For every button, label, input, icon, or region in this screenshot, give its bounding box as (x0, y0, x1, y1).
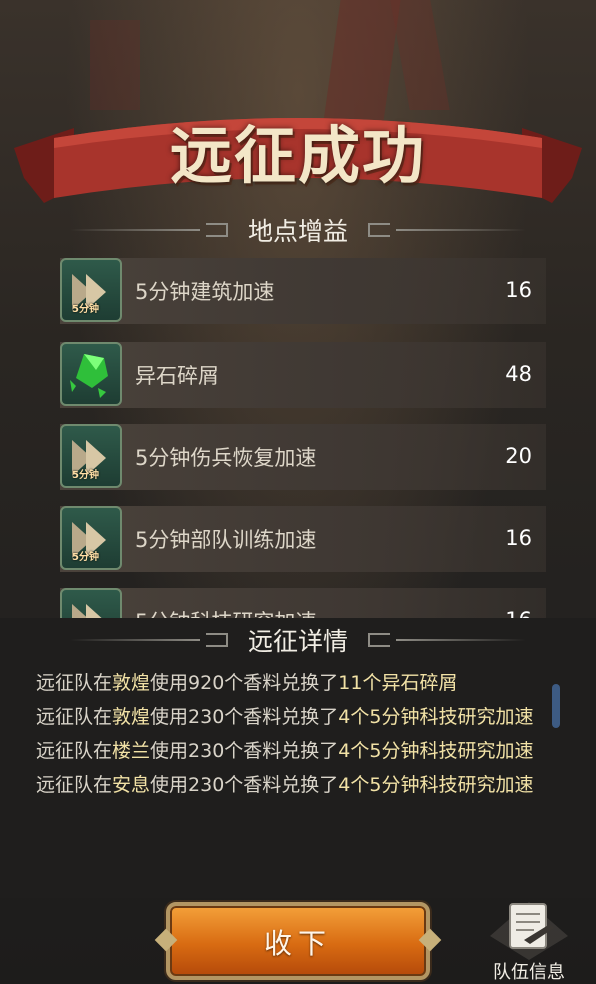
log-place: 敦煌 (112, 672, 151, 694)
item-count: 16 (505, 608, 532, 618)
item-badge: 5分钟 (72, 470, 99, 481)
list-item: 5分钟 5分钟建筑加速 16 (60, 258, 546, 324)
divider (69, 639, 200, 641)
item-name: 5分钟科技研究加速 (135, 606, 316, 618)
log-place: 敦煌 (112, 706, 151, 728)
team-info-button[interactable]: 队伍信息 (484, 896, 574, 983)
divider (396, 229, 526, 231)
team-info-label: 队伍信息 (493, 962, 565, 983)
details-title: 远征详情 (247, 627, 348, 656)
bonus-list[interactable]: 5分钟 5分钟建筑加速 16 异石碎屑 48 5分钟 5分钟伤兵恢复加速 20 … (0, 258, 596, 618)
speedup-chevron-icon: 5分钟 (60, 506, 122, 570)
expedition-details-panel: 远征详情 远征队在敦煌使用920个香料兑换了11个异石碎屑 远征队在敦煌使用23… (0, 618, 596, 898)
speedup-chevron-icon: 5分钟 (60, 424, 122, 488)
log-prefix: 远征队在 (36, 740, 113, 762)
log-prefix: 远征队在 (36, 672, 113, 694)
divider (69, 229, 200, 231)
log-reward: 11个异石碎屑 (338, 672, 458, 694)
speedup-chevron-icon: 5分钟 (60, 258, 122, 322)
divider-ornament (205, 633, 228, 647)
details-log[interactable]: 远征队在敦煌使用920个香料兑换了11个异石碎屑 远征队在敦煌使用230个香料兑… (36, 666, 556, 896)
list-item: 5分钟科技研究加速 16 (60, 588, 546, 618)
item-badge: 5分钟 (72, 304, 99, 315)
speedup-chevron-icon (60, 588, 122, 618)
log-place: 安息 (112, 774, 151, 796)
page-title: 远征成功 (169, 119, 426, 192)
item-count: 20 (505, 444, 532, 468)
document-icon (490, 902, 568, 960)
location-bonus-title: 地点增益 (247, 217, 348, 246)
log-reward: 4个5分钟科技研究加速 (338, 706, 534, 728)
item-name: 5分钟伤兵恢复加速 (135, 446, 317, 470)
log-entry: 远征队在安息使用230个香料兑换了4个5分钟科技研究加速 (36, 768, 556, 802)
item-name: 异石碎屑 (135, 364, 219, 388)
log-mid: 使用230个香料兑换了 (150, 706, 339, 728)
details-scrollbar[interactable] (552, 684, 560, 728)
item-count: 48 (505, 362, 532, 386)
divider-ornament (368, 633, 390, 647)
list-item: 5分钟 5分钟伤兵恢复加速 20 (60, 424, 546, 490)
list-item: 异石碎屑 48 (60, 342, 546, 408)
item-name: 5分钟建筑加速 (135, 280, 275, 304)
list-item: 5分钟 5分钟部队训练加速 16 (60, 506, 546, 572)
log-entry: 远征队在敦煌使用920个香料兑换了11个异石碎屑 (36, 666, 556, 700)
log-mid: 使用230个香料兑换了 (150, 774, 339, 796)
log-mid: 使用230个香料兑换了 (150, 740, 339, 762)
divider (396, 639, 526, 641)
log-prefix: 远征队在 (36, 706, 113, 728)
item-count: 16 (505, 526, 532, 550)
log-reward: 4个5分钟科技研究加速 (338, 740, 534, 762)
item-name: 5分钟部队训练加速 (135, 528, 317, 552)
log-entry: 远征队在敦煌使用230个香料兑换了4个5分钟科技研究加速 (36, 700, 556, 734)
log-reward: 4个5分钟科技研究加速 (338, 774, 534, 796)
log-prefix: 远征队在 (36, 774, 113, 796)
item-count: 16 (505, 278, 532, 302)
log-entry: 远征队在楼兰使用230个香料兑换了4个5分钟科技研究加速 (36, 734, 556, 768)
collect-button[interactable]: 收下 (154, 902, 442, 980)
item-badge: 5分钟 (72, 552, 99, 563)
location-bonus-header: 地点增益 (0, 210, 596, 250)
green-gem-shards-icon (60, 342, 122, 406)
collect-label: 收下 (263, 927, 332, 960)
log-place: 楼兰 (112, 740, 151, 762)
details-header: 远征详情 (0, 620, 596, 660)
divider-ornament (368, 223, 390, 237)
divider-ornament (205, 223, 228, 237)
log-mid: 使用920个香料兑换了 (150, 672, 339, 694)
